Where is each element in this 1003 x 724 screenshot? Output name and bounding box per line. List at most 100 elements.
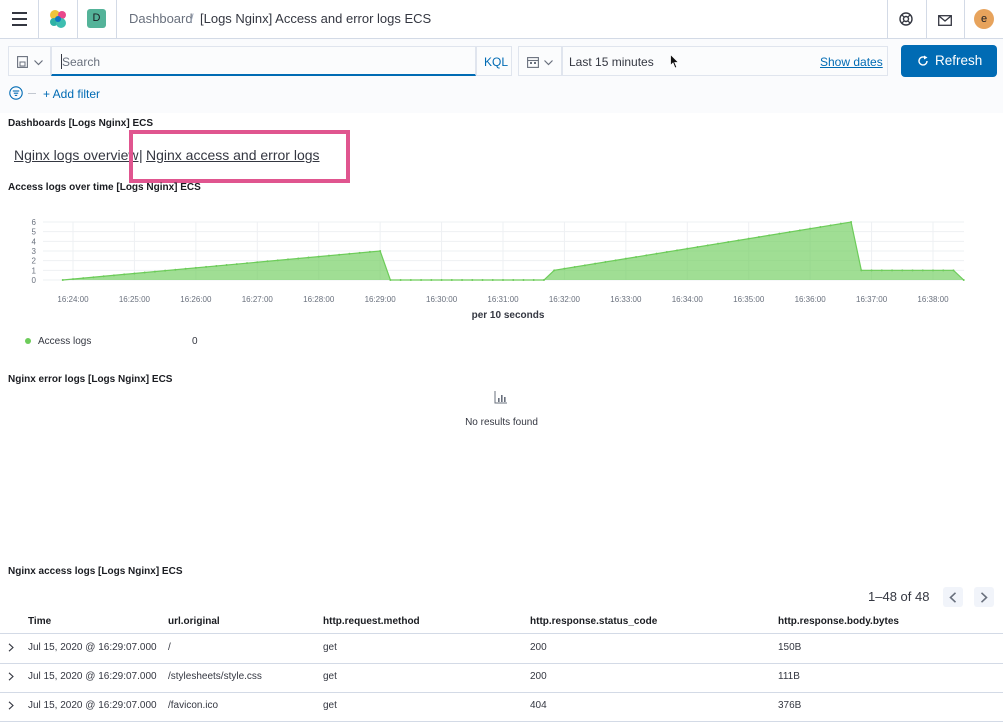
saved-query-button[interactable] bbox=[8, 46, 51, 76]
dashboards-panel-title: Dashboards [Logs Nginx] ECS bbox=[8, 118, 154, 129]
highlight-box bbox=[129, 130, 350, 183]
data-point bbox=[522, 279, 525, 281]
chevron-right-icon bbox=[980, 592, 988, 603]
column-header-time[interactable]: Time bbox=[28, 616, 51, 627]
save-icon bbox=[17, 56, 28, 68]
x-tick-label: 16:38:00 bbox=[917, 295, 949, 304]
column-header-method[interactable]: http.request.method bbox=[323, 616, 420, 627]
chevron-right-icon[interactable] bbox=[8, 643, 14, 652]
data-point bbox=[358, 251, 361, 254]
data-point bbox=[430, 279, 433, 281]
space-avatar[interactable]: D bbox=[87, 9, 106, 28]
y-tick-label: 3 bbox=[32, 247, 37, 256]
x-tick-label: 16:36:00 bbox=[795, 295, 827, 304]
data-point bbox=[102, 275, 105, 278]
nginx-logs-overview-link[interactable]: Nginx logs overview bbox=[14, 147, 139, 163]
data-point bbox=[891, 269, 894, 272]
data-point bbox=[788, 231, 791, 233]
column-header-status[interactable]: http.response.status_code bbox=[530, 616, 657, 627]
data-point bbox=[72, 278, 74, 281]
add-filter-button[interactable]: + Add filter bbox=[43, 87, 100, 101]
data-point bbox=[921, 269, 924, 272]
data-point bbox=[594, 262, 597, 265]
data-point bbox=[184, 267, 187, 270]
data-point bbox=[225, 264, 228, 267]
cell-url: /stylesheets/style.css bbox=[168, 671, 262, 682]
data-point bbox=[112, 274, 115, 277]
data-point bbox=[92, 276, 95, 279]
breadcrumb-separator: / bbox=[190, 11, 194, 26]
refresh-button[interactable]: Refresh bbox=[901, 45, 997, 77]
data-point bbox=[205, 265, 208, 268]
x-tick-label: 16:28:00 bbox=[303, 295, 335, 304]
table-row: Jul 15, 2020 @ 16:29:07.000 /favicon.ico… bbox=[0, 692, 1003, 722]
search-input-box[interactable]: Search bbox=[51, 46, 476, 76]
data-point bbox=[798, 229, 801, 232]
data-point bbox=[215, 264, 218, 267]
menu-icon[interactable] bbox=[12, 12, 27, 26]
access-logs-chart: 0 1 2 3 4 5 6 16:24:00 16:25:00 16:26:00 16:27:00 1… bbox=[0, 210, 1003, 330]
data-point bbox=[819, 226, 822, 228]
next-page-button[interactable] bbox=[974, 587, 994, 607]
cell-method: get bbox=[323, 642, 337, 653]
legend-value: 0 bbox=[192, 336, 198, 347]
x-tick-label: 16:34:00 bbox=[672, 295, 704, 304]
data-point bbox=[256, 261, 259, 264]
cell-method: get bbox=[323, 700, 337, 711]
data-point bbox=[706, 244, 709, 247]
legend-label[interactable]: Access logs bbox=[38, 336, 91, 347]
chevron-down-icon bbox=[544, 60, 553, 66]
data-point bbox=[553, 269, 556, 272]
data-point bbox=[747, 237, 750, 240]
data-point bbox=[327, 254, 330, 257]
no-results-text: No results found bbox=[465, 417, 538, 428]
y-tick-label: 2 bbox=[32, 257, 37, 266]
chevron-right-icon[interactable] bbox=[8, 672, 14, 681]
data-point bbox=[317, 255, 320, 258]
data-point bbox=[604, 261, 607, 263]
cell-bytes: 376B bbox=[778, 700, 802, 711]
data-point bbox=[420, 279, 423, 281]
show-dates-link[interactable]: Show dates bbox=[820, 55, 883, 69]
date-quick-menu-button[interactable] bbox=[518, 46, 562, 76]
column-header-bytes[interactable]: http.response.body.bytes bbox=[778, 616, 899, 627]
data-point bbox=[153, 270, 156, 273]
data-point bbox=[174, 268, 177, 271]
data-point bbox=[481, 279, 484, 281]
column-header-url[interactable]: url.original bbox=[168, 616, 220, 627]
chevron-right-icon[interactable] bbox=[8, 701, 14, 710]
data-point bbox=[287, 258, 289, 261]
data-point bbox=[450, 279, 453, 281]
cell-time: Jul 15, 2020 @ 16:29:07.000 bbox=[28, 700, 157, 711]
data-point bbox=[348, 252, 351, 255]
previous-page-button[interactable] bbox=[943, 587, 963, 607]
data-point bbox=[768, 234, 771, 237]
help-icon[interactable] bbox=[899, 12, 913, 26]
table-row: Jul 15, 2020 @ 16:29:07.000 / get 200 15… bbox=[0, 634, 1003, 664]
data-point bbox=[235, 263, 238, 266]
x-axis-label: per 10 seconds bbox=[472, 310, 545, 321]
data-point bbox=[717, 242, 719, 245]
data-point bbox=[164, 269, 167, 272]
mail-icon[interactable] bbox=[938, 13, 952, 26]
breadcrumb-dashboard[interactable]: Dashboard bbox=[129, 11, 193, 26]
elastic-logo-icon[interactable] bbox=[48, 9, 68, 29]
data-point bbox=[962, 279, 965, 281]
data-point bbox=[870, 269, 873, 272]
y-tick-label: 0 bbox=[32, 276, 37, 285]
cell-bytes: 150B bbox=[778, 642, 802, 653]
data-point bbox=[82, 277, 85, 280]
mouse-cursor-icon bbox=[670, 53, 680, 69]
query-language-button[interactable]: KQL bbox=[476, 46, 512, 76]
data-point bbox=[655, 252, 658, 255]
y-tick-label: 4 bbox=[32, 237, 37, 246]
access-over-time-title: Access logs over time [Logs Nginx] ECS bbox=[8, 182, 201, 193]
data-point bbox=[512, 279, 515, 281]
search-input[interactable]: Search bbox=[62, 55, 100, 69]
filter-options-icon[interactable] bbox=[9, 86, 23, 100]
user-avatar[interactable]: e bbox=[974, 9, 994, 29]
x-tick-label: 16:31:00 bbox=[487, 295, 519, 304]
time-range-field[interactable]: Last 15 minutes Show dates bbox=[562, 46, 888, 76]
data-point bbox=[194, 266, 197, 269]
data-point bbox=[583, 264, 586, 267]
